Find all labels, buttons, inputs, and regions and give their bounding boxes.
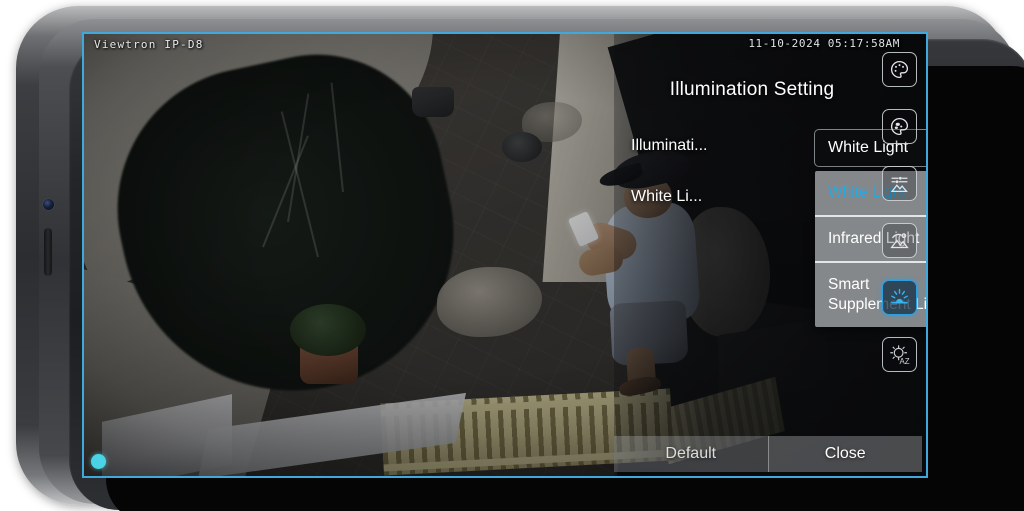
palette-blobs-icon <box>889 116 910 137</box>
camera-name-osd: Viewtron IP-D8 <box>94 38 204 51</box>
image-adjust-icon <box>889 173 910 194</box>
focus-az-icon: AZ <box>889 344 910 365</box>
close-button[interactable]: Close <box>767 436 922 472</box>
timestamp-osd: 11-10-2024 05:17:58AM <box>748 37 900 50</box>
settings-toolbar: AZ <box>876 52 922 372</box>
front-camera-icon <box>43 199 54 210</box>
illumination-mode-label: Illuminati... <box>631 137 708 154</box>
color-palette-icon <box>889 59 910 80</box>
svg-text:AZ: AZ <box>899 357 909 365</box>
illumination-setting-dialog: Illumination Setting Illuminati... White… <box>82 32 928 478</box>
toolbar-item-image-adjust[interactable] <box>881 166 917 201</box>
dialog-title: Illumination Setting <box>669 79 835 100</box>
white-light-label: White Li... <box>631 188 703 205</box>
illumination-light-icon <box>889 287 910 308</box>
screenshot-root: Viewtron IP-D8 11-10-2024 05:17:58AM Ill… <box>0 0 1024 511</box>
recording-status-dot <box>91 454 106 469</box>
toolbar-item-image-color[interactable] <box>881 52 917 87</box>
default-button[interactable]: Default <box>614 436 768 472</box>
toolbar-item-illumination[interactable] <box>881 280 917 315</box>
toolbar-item-color-style[interactable] <box>881 109 917 144</box>
app-screen: Viewtron IP-D8 11-10-2024 05:17:58AM Ill… <box>82 32 928 478</box>
toolbar-item-exposure[interactable] <box>881 223 917 258</box>
earpiece-speaker <box>44 228 52 276</box>
exposure-icon <box>889 230 910 251</box>
dialog-footer: Default Close <box>614 436 922 472</box>
toolbar-item-focus-az[interactable]: AZ <box>881 337 917 372</box>
